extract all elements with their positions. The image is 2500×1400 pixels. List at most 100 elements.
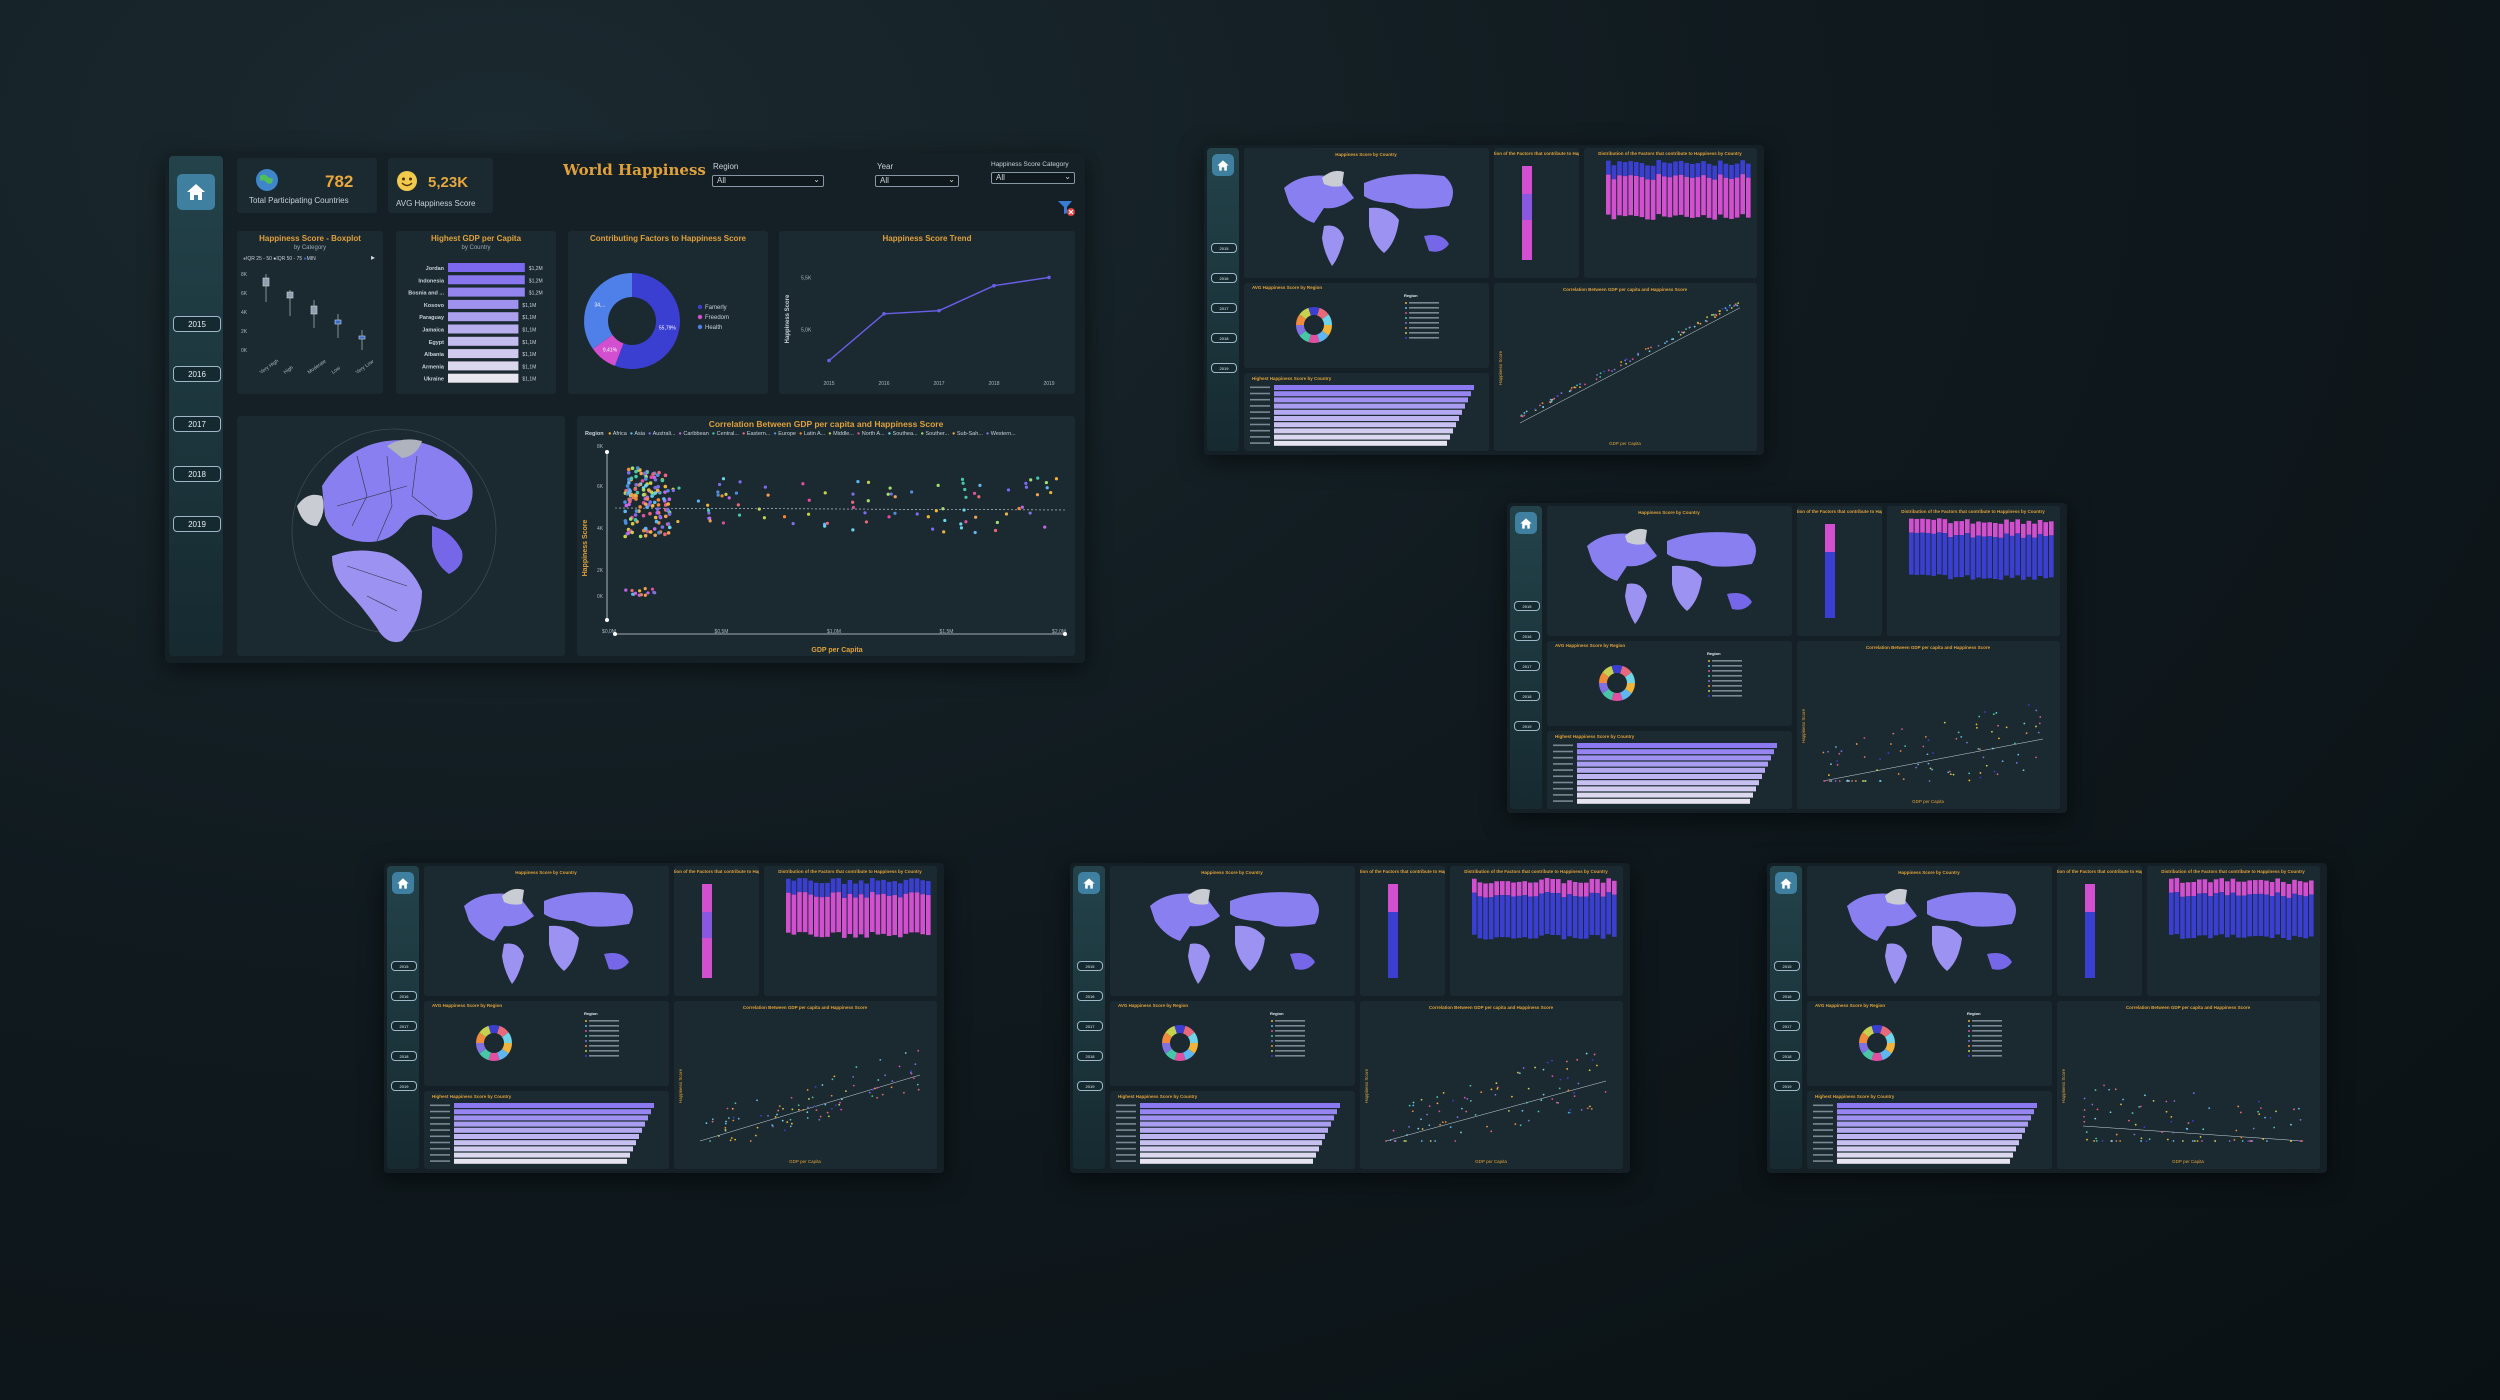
happiness-bar[interactable]: [1140, 1115, 1334, 1121]
map-africa[interactable]: [1369, 207, 1399, 253]
stack-segment[interactable]: [2297, 895, 2303, 938]
scatter-point[interactable]: [1607, 369, 1610, 372]
scatter-point[interactable]: [1537, 1110, 1540, 1113]
year-button-2018[interactable]: 2018: [1774, 1051, 1800, 1061]
year-button-2015[interactable]: 2015: [1211, 243, 1237, 253]
stack-segment[interactable]: [1953, 535, 1959, 578]
happiness-bar[interactable]: [1274, 409, 1462, 415]
stack-segment[interactable]: [2026, 520, 2032, 535]
scatter-point[interactable]: [1637, 353, 1640, 356]
scatter-point[interactable]: [823, 491, 827, 495]
stack-segment[interactable]: [2281, 896, 2286, 939]
scatter-point[interactable]: [623, 500, 627, 504]
happiness-bar[interactable]: [454, 1152, 630, 1158]
scatter-point[interactable]: [806, 1117, 809, 1119]
scatter-point[interactable]: [663, 514, 668, 519]
scatter-point[interactable]: [630, 466, 635, 471]
scatter-point[interactable]: [1650, 346, 1652, 349]
scatter-point[interactable]: [2187, 1122, 2190, 1124]
stack-segment[interactable]: [1388, 912, 1398, 978]
stack-segment[interactable]: [898, 883, 903, 898]
stack-segment[interactable]: [886, 895, 892, 936]
stack-segment[interactable]: [1993, 522, 1998, 537]
scatter-point[interactable]: [833, 1075, 836, 1078]
gdp-bar[interactable]: [448, 373, 519, 383]
scatter-point[interactable]: [624, 588, 628, 592]
scatter-point[interactable]: [973, 530, 977, 535]
year-button-2018[interactable]: 2018: [1211, 333, 1237, 343]
scatter-point[interactable]: [871, 1095, 874, 1098]
stack-segment[interactable]: [926, 881, 931, 896]
year-button-2016[interactable]: 2016: [1077, 991, 1103, 1001]
scatter-point[interactable]: [1514, 1123, 1517, 1125]
happiness-bar[interactable]: [1274, 391, 1471, 397]
stack-segment[interactable]: [1472, 878, 1477, 893]
gdp-bar[interactable]: [448, 275, 525, 285]
scatter-point[interactable]: [2170, 1120, 2173, 1123]
slider-handle[interactable]: [1063, 632, 1067, 636]
scatter-point[interactable]: [1559, 1078, 1562, 1081]
scatter-point[interactable]: [887, 515, 891, 519]
scatter-point[interactable]: [634, 469, 638, 474]
stack-segment[interactable]: [1673, 161, 1678, 176]
scatter-legend-item[interactable]: Central...: [717, 431, 739, 437]
scatter-point[interactable]: [1522, 1067, 1525, 1069]
map-north-america[interactable]: [1150, 893, 1220, 941]
trend-point[interactable]: [937, 308, 941, 313]
scatter-point[interactable]: [1580, 1108, 1583, 1111]
scatter-point[interactable]: [1997, 724, 1999, 727]
map-eurasia[interactable]: [1927, 892, 2016, 927]
stack-segment[interactable]: [2230, 892, 2236, 935]
map-australia[interactable]: [1727, 593, 1752, 610]
stack-segment[interactable]: [1729, 164, 1734, 179]
scatter-point[interactable]: [641, 513, 646, 518]
slider-handle[interactable]: [605, 450, 609, 454]
scatter-point[interactable]: [2181, 1140, 2184, 1142]
scatter-legend-item[interactable]: North A...: [862, 431, 885, 437]
home-button[interactable]: [392, 872, 414, 894]
scatter-point[interactable]: [1527, 1119, 1530, 1122]
stack-segment[interactable]: [791, 880, 797, 895]
stack-segment[interactable]: [1998, 523, 2004, 538]
scatter-point[interactable]: [660, 478, 665, 483]
trend-point[interactable]: [827, 358, 831, 363]
year-button-2018[interactable]: 2018: [391, 1051, 417, 1061]
slider-handle[interactable]: [605, 618, 609, 622]
map-africa[interactable]: [1235, 925, 1265, 971]
stack-segment[interactable]: [1505, 881, 1511, 896]
stack-segment[interactable]: [920, 880, 925, 895]
map-greenland[interactable]: [1322, 170, 1344, 187]
happiness-bar[interactable]: [1837, 1121, 2028, 1127]
stack-segment[interactable]: [1998, 537, 2004, 580]
scatter-point[interactable]: [876, 1086, 879, 1089]
scatter-point[interactable]: [653, 533, 657, 538]
stack-segment[interactable]: [1572, 895, 1578, 938]
scatter-point[interactable]: [866, 499, 870, 503]
scatter-point[interactable]: [1737, 302, 1740, 305]
stack-segment[interactable]: [1942, 519, 1948, 534]
stack-segment[interactable]: [1388, 884, 1398, 912]
map-greenland[interactable]: [1625, 528, 1647, 545]
scatter-point[interactable]: [2017, 753, 2020, 756]
scatter-point[interactable]: [851, 505, 856, 510]
happiness-bar[interactable]: [1274, 403, 1465, 409]
stack-segment[interactable]: [1483, 897, 1488, 940]
scatter-point[interactable]: [2109, 1111, 2112, 1114]
scatter-point[interactable]: [1997, 737, 2000, 740]
scatter-point[interactable]: [2258, 1113, 2261, 1116]
stack-segment[interactable]: [864, 883, 869, 898]
gdp-bar[interactable]: [448, 324, 519, 334]
scatter-point[interactable]: [627, 502, 631, 507]
scatter-legend-item[interactable]: Sub-Sah...: [957, 431, 983, 437]
scatter-point[interactable]: [763, 485, 767, 489]
scatter-point[interactable]: [2085, 1131, 2088, 1133]
scatter-point[interactable]: [1436, 1102, 1439, 1105]
stack-segment[interactable]: [914, 892, 920, 933]
scatter-point[interactable]: [760, 1114, 762, 1117]
stack-segment[interactable]: [853, 897, 858, 938]
scatter-point[interactable]: [696, 499, 701, 503]
scatter-point[interactable]: [1566, 1068, 1569, 1070]
stack-segment[interactable]: [1606, 878, 1611, 893]
year-button-2017[interactable]: 2017: [1514, 661, 1540, 671]
stack-segment[interactable]: [2258, 879, 2264, 894]
